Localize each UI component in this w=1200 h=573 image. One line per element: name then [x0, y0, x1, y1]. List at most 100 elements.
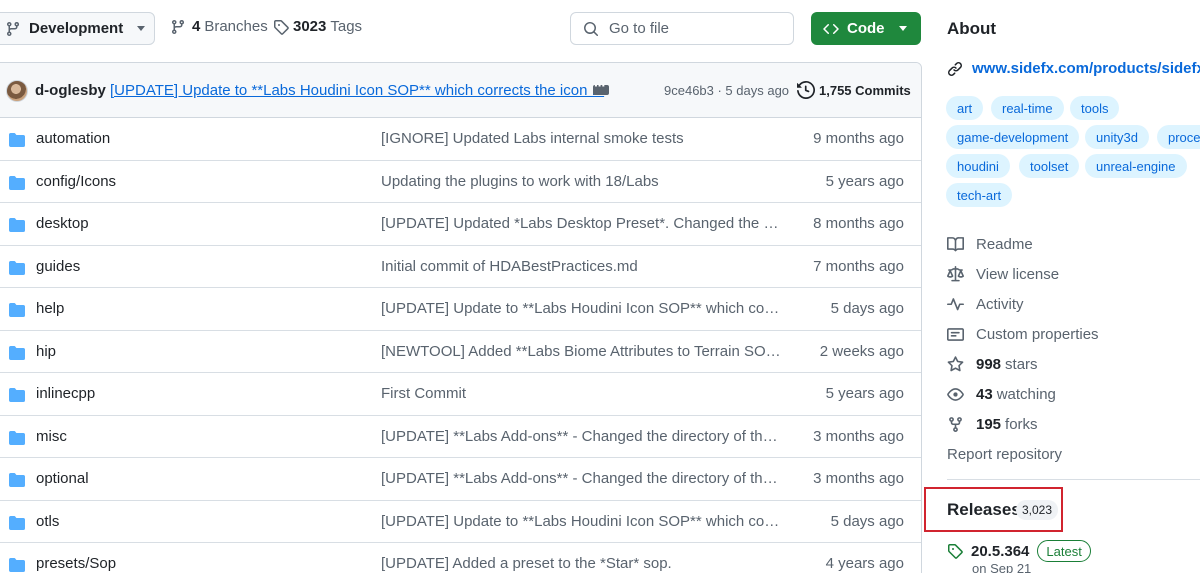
table-row[interactable]: help [UPDATE] Update to **Labs Houdini Ic… [0, 288, 921, 331]
commits-history-link[interactable]: 1,755 Commits [797, 81, 911, 99]
commit-age: 4 years ago [825, 555, 904, 572]
commit-message-link[interactable]: First Commit [381, 385, 781, 402]
about-heading: About [947, 19, 997, 38]
folder-icon [9, 472, 25, 492]
branches-link[interactable]: 4 Branches [170, 18, 268, 35]
note-icon [947, 327, 964, 341]
about-link-readme[interactable]: Readme [947, 229, 1099, 259]
folder-icon [9, 217, 25, 237]
star-icon [947, 355, 964, 371]
commit-message-link[interactable]: [UPDATE] Updated *Labs Desktop Preset*. … [381, 215, 781, 232]
releases-heading[interactable]: Releases [947, 500, 1021, 520]
latest-commit-bar: d-oglesby [UPDATE] Update to **Labs Houd… [0, 63, 921, 118]
file-name-link[interactable]: misc [36, 428, 67, 445]
about-link-view-license[interactable]: View license [947, 259, 1099, 289]
label: Custom properties [976, 325, 1099, 343]
count: 195 [976, 415, 1002, 433]
topic-tag[interactable]: real-time [991, 96, 1064, 120]
commit-message-link[interactable]: [UPDATE] Update to **Labs Houdini Icon S… [381, 300, 781, 317]
commit-message-link[interactable]: [UPDATE] Update to **Labs Houdini Icon S… [381, 513, 781, 530]
about-link-stars[interactable]: 998 stars [947, 349, 1099, 379]
commit-message-link[interactable]: [NEWTOOL] Added **Labs Biome Attributes … [381, 343, 781, 360]
topic-tag[interactable]: art [946, 96, 984, 120]
label: Readme [976, 235, 1033, 253]
expand-commit-message-button[interactable] [593, 77, 609, 95]
topic-tag[interactable]: proce [1157, 125, 1200, 149]
file-name-link[interactable]: optional [36, 470, 89, 487]
file-name-link[interactable]: guides [36, 258, 80, 275]
commit-message-link[interactable]: [UPDATE] **Labs Add-ons** - Changed the … [381, 470, 781, 487]
topic-tag[interactable]: game-development [946, 125, 1080, 149]
release-date: on Sep 21 [972, 561, 1032, 573]
about-link-custom-properties[interactable]: Custom properties [947, 319, 1099, 349]
branches-count: 4 [192, 18, 201, 35]
about-link-watching[interactable]: 43 watching [947, 379, 1099, 409]
count: 43 [976, 385, 993, 403]
table-row[interactable]: guides Initial commit of HDABestPractices… [0, 246, 921, 288]
commit-message-link[interactable]: [IGNORE] Updated Labs internal smoke tes… [381, 130, 781, 147]
code-icon [823, 23, 839, 34]
topic-tag[interactable]: unity3d [1085, 125, 1149, 149]
file-name-link[interactable]: hip [36, 343, 56, 360]
commit-message-link[interactable]: Initial commit of HDABestPractices.md [381, 258, 781, 275]
table-row[interactable]: config/Icons Updating the plugins to work… [0, 161, 921, 203]
website-link[interactable]: www.sidefx.com/products/sidefx-la [947, 60, 1200, 77]
file-name-link[interactable]: inlinecpp [36, 385, 95, 402]
label: View license [976, 265, 1060, 283]
commit-message-link[interactable]: [UPDATE] **Labs Add-ons** - Changed the … [381, 428, 781, 445]
commit-message-link[interactable]: [UPDATE] Added a preset to the *Star* so… [381, 555, 781, 572]
topic-tag[interactable]: tech-art [946, 183, 1013, 207]
topic-tag[interactable]: toolset [1019, 154, 1080, 178]
table-row[interactable]: inlinecpp First Commit 5 years ago [0, 373, 921, 416]
avatar[interactable] [6, 80, 28, 102]
table-row[interactable]: otls [UPDATE] Update to **Labs Houdini Ic… [0, 501, 921, 543]
folder-icon [9, 515, 25, 535]
file-name-link[interactable]: desktop [36, 215, 89, 232]
commit-age: 3 months ago [813, 470, 904, 487]
commit-sha-age[interactable]: 9ce46b3 · 5 days ago [664, 83, 789, 98]
folder-icon [9, 260, 25, 280]
file-name-link[interactable]: presets/Sop [36, 555, 116, 572]
table-row[interactable]: optional [UPDATE] **Labs Add-ons** - Chan… [0, 458, 921, 501]
about-link-forks[interactable]: 195 forks [947, 409, 1099, 439]
law-icon [947, 265, 964, 281]
table-row[interactable]: presets/Sop [UPDATE] Added a preset to th… [0, 543, 921, 573]
tag-icon [274, 19, 289, 35]
commit-message-link[interactable]: [UPDATE] Update to **Labs Houdini Icon S… [110, 82, 604, 99]
pulse-icon [947, 297, 964, 310]
go-to-file-placeholder: Go to file [609, 20, 670, 37]
file-list: automation [IGNORE] Updated Labs internal… [0, 118, 921, 573]
count: 998 [976, 355, 1002, 373]
commit-message-link[interactable]: Updating the plugins to work with 18/Lab… [381, 173, 781, 190]
commit-age: 5 days ago [830, 300, 904, 317]
go-to-file-input[interactable]: Go to file [570, 12, 794, 45]
about-link-activity[interactable]: Activity [947, 289, 1099, 319]
table-row[interactable]: automation [IGNORE] Updated Labs internal… [0, 118, 921, 161]
history-icon [797, 81, 815, 99]
commit-age: 5 years ago [825, 172, 904, 190]
topic-tag[interactable]: houdini [946, 154, 1010, 178]
table-row[interactable]: desktop [UPDATE] Updated *Labs Desktop Pr… [0, 203, 921, 246]
folder-icon [9, 302, 25, 322]
file-table: d-oglesby [UPDATE] Update to **Labs Houd… [0, 62, 922, 573]
about-link-report-repository[interactable]: Report repository [947, 439, 1099, 469]
tags-label: Tags [330, 18, 363, 35]
folder-icon [9, 557, 25, 573]
latest-release-link[interactable]: 20.5.364 Latest [947, 540, 1091, 562]
code-button[interactable]: Code [811, 12, 921, 45]
commit-author[interactable]: d-oglesby [35, 82, 106, 99]
branches-label: Branches [204, 18, 268, 35]
file-name-link[interactable]: otls [36, 513, 59, 530]
tags-link[interactable]: 3023 Tags [273, 18, 362, 35]
table-row[interactable]: hip [NEWTOOL] Added **Labs Biome Attribut… [0, 331, 921, 373]
file-name-link[interactable]: help [36, 300, 64, 317]
topic-tag[interactable]: unreal-engine [1085, 154, 1187, 178]
branch-selector-button[interactable]: Development [0, 12, 155, 45]
file-name-link[interactable]: automation [36, 130, 110, 147]
tags-count: 3023 [293, 18, 327, 35]
file-name-link[interactable]: config/Icons [36, 173, 116, 190]
tag-icon [948, 544, 963, 559]
topic-tag[interactable]: tools [1070, 96, 1120, 120]
folder-icon [9, 387, 25, 407]
table-row[interactable]: misc [UPDATE] **Labs Add-ons** - Changed … [0, 416, 921, 458]
